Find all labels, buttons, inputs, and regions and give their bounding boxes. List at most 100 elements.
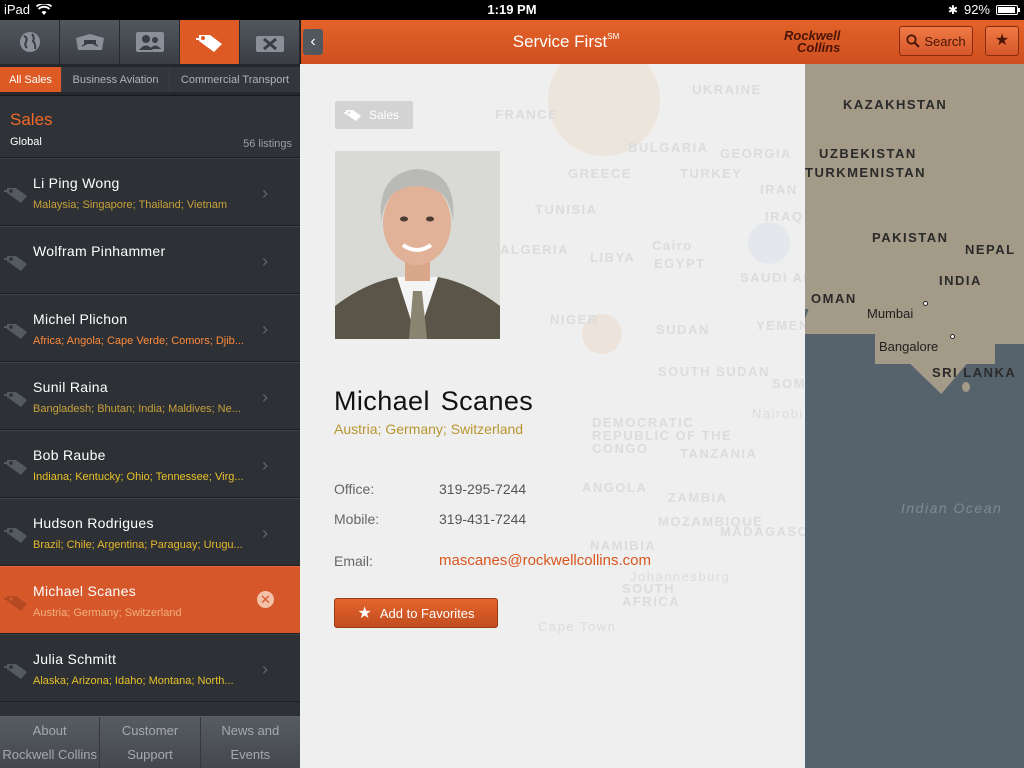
search-icon [906, 34, 921, 48]
map-label-kazakhstan: KAZAKHSTAN [843, 97, 948, 112]
nav-globe-button[interactable] [0, 20, 60, 64]
ghost-label: ALGERIA [500, 242, 569, 257]
app-title: Service FirstSM [451, 32, 681, 52]
contact-row[interactable]: Julia Schmitt Alaska; Arizona; Idaho; Mon… [0, 634, 300, 702]
mobile-label: Mobile: [334, 511, 380, 527]
tab-customer-support[interactable]: Customer Support [100, 717, 201, 768]
ghost-label: LIBYA [590, 250, 636, 265]
contact-row[interactable]: Hudson Rodrigues Brazil; Chile; Argentina… [0, 498, 300, 566]
ghost-label: UKRAINE [692, 82, 762, 97]
favorites-button[interactable]: ★ [985, 26, 1019, 56]
map-ocean-label: Indian Ocean [901, 500, 1003, 516]
map-label-turkmenistan: TURKMENISTAN [805, 165, 927, 180]
sales-title: Sales [10, 110, 53, 129]
add-to-favorites-button[interactable]: ★ Add to Favorites [334, 598, 498, 628]
tab-about-rockwell-collins[interactable]: About Rockwell Collins [0, 717, 101, 768]
close-icon[interactable]: ✕ [257, 591, 274, 608]
app-title-text: Service First [512, 32, 608, 51]
contact-row[interactable]: Bob Raube Indiana; Kentucky; Ohio; Tennes… [0, 430, 300, 498]
map-label-oman: OMAN [811, 291, 857, 306]
ghost-label: GEORGIA [720, 146, 792, 161]
brand-line2: Collins [797, 40, 841, 55]
bottom-tabs: About Rockwell Collins Customer Support Ne… [0, 716, 300, 768]
chevron-right-icon: › [262, 319, 268, 339]
contact-row[interactable]: Michael Scanes Austria; Germany; Switzerl… [0, 566, 300, 634]
mobile-phone[interactable]: 319-431-7244 [439, 511, 526, 527]
badge-label: Sales [369, 108, 400, 122]
email-label: Email: [334, 553, 373, 569]
map-cluster-marker [748, 222, 790, 264]
ghost-label: TANZANIA [680, 446, 758, 461]
ghost-label: ZAMBIA [668, 490, 728, 505]
tab-label-line1: About [32, 722, 67, 738]
chevron-right-icon: › [262, 387, 268, 407]
tag-icon [4, 188, 27, 203]
nav-aircraft-button[interactable] [60, 20, 120, 64]
tab-label-line1: News and [221, 722, 280, 738]
nav-tags-button[interactable] [180, 20, 240, 64]
tag-icon [344, 110, 361, 121]
tag-icon [4, 256, 27, 271]
ghost-label: ANGOLA [582, 480, 648, 495]
bluetooth-icon: ✱ [947, 2, 958, 17]
chevron-right-icon: › [262, 523, 268, 543]
collapse-panel-button[interactable]: ‹ [303, 29, 323, 55]
ghost-label: SAUDI ARABIA [740, 270, 805, 285]
tab-label-line2: Events [230, 746, 271, 762]
tag-icon [4, 596, 27, 611]
contact-list: Li Ping Wong Malaysia; Singapore; Thailan… [0, 158, 300, 711]
map-label-india: INDIA [939, 273, 982, 288]
ghost-label: YEMEN [756, 318, 805, 333]
tab-label-line2: Support [127, 746, 173, 762]
nav-contacts-button[interactable] [120, 20, 180, 64]
nav-icon-bar [0, 20, 300, 64]
contact-regions: Indiana; Kentucky; Ohio; Tennessee; Virg… [33, 471, 244, 483]
contact-row[interactable]: Michel Plichon Africa; Angola; Cape Verde… [0, 294, 300, 362]
tag-icon [4, 392, 27, 407]
contact-row[interactable]: Sunil Raina Bangladesh; Bhutan; India; Ma… [0, 362, 300, 430]
segment-all-sales[interactable]: All Sales [0, 67, 62, 92]
category-badge: Sales [335, 101, 413, 129]
land-east [995, 264, 1024, 344]
contact-photo [335, 151, 500, 339]
search-label: Search [924, 33, 966, 49]
star-icon: ★ [357, 605, 372, 622]
office-phone[interactable]: 319-295-7244 [439, 481, 526, 497]
contact-name: Wolfram Pinhammer [33, 243, 166, 259]
portrait-image [335, 151, 500, 339]
contact-regions: Alaska; Arizona; Idaho; Montana; North..… [33, 675, 234, 687]
city-marker-mumbai [923, 301, 928, 306]
tag-icon [4, 460, 27, 475]
battery-fill [998, 6, 1015, 13]
contact-regions: Brazil; Chile; Argentina; Paraguay; Urug… [33, 539, 243, 551]
contact-name: Julia Schmitt [33, 651, 117, 667]
ghost-label: Nairobi [752, 406, 804, 421]
chevron-right-icon: › [262, 659, 268, 679]
status-right: ✱ 92% [947, 2, 1020, 17]
chevron-left-icon: ‹ [310, 33, 316, 50]
map-label-pakistan: PAKISTAN [872, 230, 949, 245]
email-link[interactable]: mascanes@rockwellcollins.com [439, 552, 651, 569]
contact-row[interactable]: Wolfram Pinhammer › [0, 226, 300, 294]
contact-name: Bob Raube [33, 447, 106, 463]
listing-count: 56 listings [243, 138, 292, 150]
map-label-nepal: NEPAL [965, 242, 1016, 257]
contact-regions: Malaysia; Singapore; Thailand; Vietnam [33, 199, 228, 211]
map-city-mumbai: Mumbai [867, 306, 914, 321]
tab-news-and-events[interactable]: News and Events [200, 717, 300, 768]
contact-row[interactable]: Li Ping Wong Malaysia; Singapore; Thailan… [0, 158, 300, 226]
nav-tools-button[interactable] [240, 20, 300, 64]
map-view[interactable]: KAZAKHSTAN UZBEKISTAN TURKMENISTAN PAKIS… [805, 64, 1024, 768]
tab-label-line2: Rockwell Collins [2, 746, 97, 762]
contact-name: Li Ping Wong [33, 175, 120, 191]
ghost-label: TUNISIA [535, 202, 598, 217]
header-bar: ‹ Service FirstSM Rockwell Collins Search… [300, 20, 1024, 64]
segment-business-aviation[interactable]: Business Aviation [62, 67, 170, 92]
map-label-sri-lanka: SRI LANKA [932, 365, 1017, 380]
ghost-label: BULGARIA [628, 140, 709, 155]
search-button[interactable]: Search [899, 26, 973, 56]
segment-commercial-transport[interactable]: Commercial Transport [170, 67, 300, 92]
brand-logo: Rockwell Collins [779, 29, 841, 55]
left-panel: All Sales Business Aviation Commercial T… [0, 20, 300, 768]
contact-regions: Austria; Germany; Switzerland [334, 421, 524, 437]
